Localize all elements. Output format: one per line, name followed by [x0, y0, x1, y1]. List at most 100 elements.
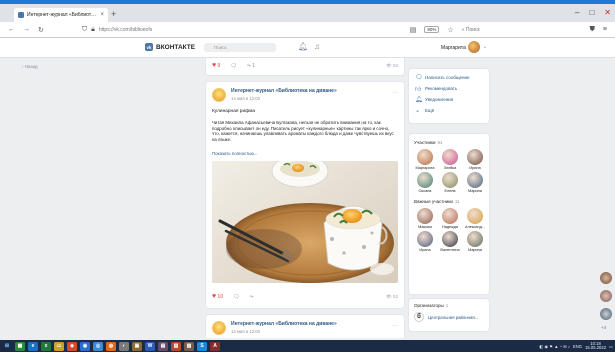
views-value: 52 [392, 293, 398, 299]
back-link[interactable]: ‹ Назад [22, 64, 38, 69]
new-tab-button[interactable]: + [111, 9, 116, 19]
browser-search-box[interactable]: ⌕ Поиск [462, 27, 582, 33]
group-name-link[interactable]: Интернет-журнал «Библиотека на диване» [231, 88, 337, 94]
zoom-level[interactable]: 90% [424, 26, 440, 33]
user-avatar[interactable] [468, 41, 480, 53]
firefox-icon[interactable]: ◍ [106, 341, 116, 351]
side-avatar[interactable] [600, 272, 612, 284]
pocket-icon[interactable]: ⛊ [590, 26, 595, 34]
member-avatar [442, 149, 458, 165]
member-item[interactable]: Максим [414, 208, 436, 229]
member-item[interactable]: Валентина [439, 231, 461, 252]
back-arrow-icon[interactable]: ← [8, 26, 15, 33]
clock[interactable]: 10:18 15.05.2022 [585, 341, 607, 351]
keyboard-language[interactable]: ENG [573, 344, 582, 349]
member-item[interactable]: Елена [439, 172, 461, 193]
side-more-count[interactable]: +4 [601, 325, 606, 330]
user-name[interactable]: Маргарита [441, 45, 466, 51]
menu-item-recommend[interactable]: 👍︎ Рекомендовать [409, 83, 489, 94]
vk-logo[interactable]: vk ВКОНТАКТЕ [145, 43, 195, 51]
skype-icon[interactable]: S [197, 341, 207, 351]
member-name: Ирина [419, 248, 431, 252]
group-name-link[interactable]: Интернет-журнал «Библиотека на диване» [231, 321, 337, 327]
minimize-icon[interactable]: – [575, 8, 579, 17]
music-note-icon[interactable]: ♫ [314, 42, 320, 51]
bookmark-star-icon[interactable]: ☆ [447, 26, 453, 34]
maximize-icon[interactable]: □ [589, 8, 594, 17]
members-card: Участники 91 Маргарита Злейка Ирина Оксана Ел… [408, 133, 490, 295]
member-item[interactable]: Александ... [464, 208, 486, 229]
share-icon[interactable]: ⤳ [249, 294, 253, 300]
clock-date: 15.05.2022 [585, 345, 607, 350]
comment-icon[interactable]: 🗨︎ [233, 294, 239, 300]
important-count: 11 [454, 199, 460, 204]
more-options-icon[interactable]: ··· [392, 323, 398, 329]
organizers-count: 1 [445, 303, 449, 308]
share-button[interactable]: ⤳ 1 [247, 63, 255, 69]
system-tray: ◧ ◉ ⚑ ▲ ◔ ✉ ♪ ENG 10:18 15.05.2022 ▭ [539, 341, 613, 351]
windows-start-icon[interactable]: ⊞ [2, 342, 12, 351]
members-title[interactable]: Участники 91 [414, 140, 484, 145]
menu-item-notifications[interactable]: 🔔︎ Уведомления [409, 94, 489, 105]
reader-view-icon[interactable]: ▤ [410, 26, 417, 34]
share-icon: ⤳ [246, 62, 251, 69]
like-button[interactable]: ♥ 9 [212, 62, 220, 69]
member-item[interactable]: Ирина [464, 149, 486, 170]
menu-hamburger-icon[interactable]: ≡ [603, 26, 607, 33]
side-avatar[interactable] [600, 308, 612, 320]
ie-icon[interactable]: e [28, 341, 38, 351]
member-item[interactable]: Злейка [439, 149, 461, 170]
notifications-bell-icon[interactable]: 🔔︎ [298, 42, 308, 51]
organizer-item[interactable]: б Центральная районная... [414, 312, 484, 322]
app-icon[interactable]: ▦ [15, 341, 25, 351]
member-avatar [417, 149, 433, 165]
post-date[interactable]: 14 мая в 12:00 [231, 96, 337, 101]
side-avatar[interactable] [600, 290, 612, 302]
more-options-icon[interactable]: ··· [392, 90, 398, 96]
folder-icon[interactable]: ▭ [54, 341, 64, 351]
app-icon[interactable]: ◐ [119, 341, 129, 351]
post-date[interactable]: 13 мая в 12:00 [231, 329, 337, 334]
forward-arrow-icon[interactable]: → [23, 26, 30, 33]
show-more-link[interactable]: Показать полностью... [212, 151, 257, 156]
member-item[interactable]: Надежда [439, 208, 461, 229]
excel-icon[interactable]: x [41, 341, 51, 351]
chrome-icon[interactable]: ◎ [93, 341, 103, 351]
app-icon[interactable]: ▣ [132, 341, 142, 351]
like-button[interactable]: ♥ 10 [212, 293, 223, 300]
member-item[interactable]: Марина [464, 172, 486, 193]
member-avatar [442, 208, 458, 224]
browser-tab[interactable]: Интернет-журнал «Библиот… × [14, 8, 108, 22]
menu-item-label: Ещё [425, 108, 435, 113]
important-members-title[interactable]: Важные участники 11 [414, 199, 484, 204]
member-item[interactable]: Марина [464, 231, 486, 252]
like-icon: 👍︎ [415, 86, 422, 93]
notifications-icon[interactable]: ▭ [609, 344, 613, 349]
word-icon[interactable]: W [145, 341, 155, 351]
acrobat-icon[interactable]: A [210, 341, 220, 351]
comment-icon[interactable]: 🗨︎ [230, 63, 236, 69]
member-item[interactable]: Маргарита [414, 149, 436, 170]
group-avatar[interactable] [212, 88, 226, 102]
reload-icon[interactable]: ↻ [38, 26, 44, 34]
app-icon[interactable]: ▤ [158, 341, 168, 351]
member-item[interactable]: Оксана [414, 172, 436, 193]
menu-item-message[interactable]: 🗨︎ Написать сообщение [409, 72, 489, 83]
chevron-down-icon[interactable]: ⌄ [483, 44, 487, 50]
member-avatar [467, 231, 483, 247]
member-item[interactable]: Ирина [414, 231, 436, 252]
tab-close-icon[interactable]: × [100, 12, 104, 18]
group-avatar[interactable] [212, 321, 226, 335]
tray-icons[interactable]: ◧ ◉ ⚑ ▲ ◔ ✉ ♪ [539, 344, 570, 349]
post-actions: ♥ 10 🗨︎ ⤳ 👁︎ 52 [212, 293, 398, 300]
app-icon[interactable]: ◆ [67, 341, 77, 351]
address-bar[interactable]: ⛉ 🔒︎ https://vk.com/biblioeofs [82, 26, 402, 34]
app-icon[interactable]: ◉ [80, 341, 90, 351]
window-close-icon[interactable]: ✕ [604, 8, 611, 17]
important-title-text: Важные участники [414, 199, 453, 204]
menu-item-more[interactable]: ⌄ Ещё [409, 105, 489, 116]
app-icon[interactable]: ▧ [184, 341, 194, 351]
vk-search-input[interactable]: Поиск [204, 43, 276, 52]
app-icon[interactable]: ▥ [171, 341, 181, 351]
post-photo[interactable] [212, 161, 398, 283]
